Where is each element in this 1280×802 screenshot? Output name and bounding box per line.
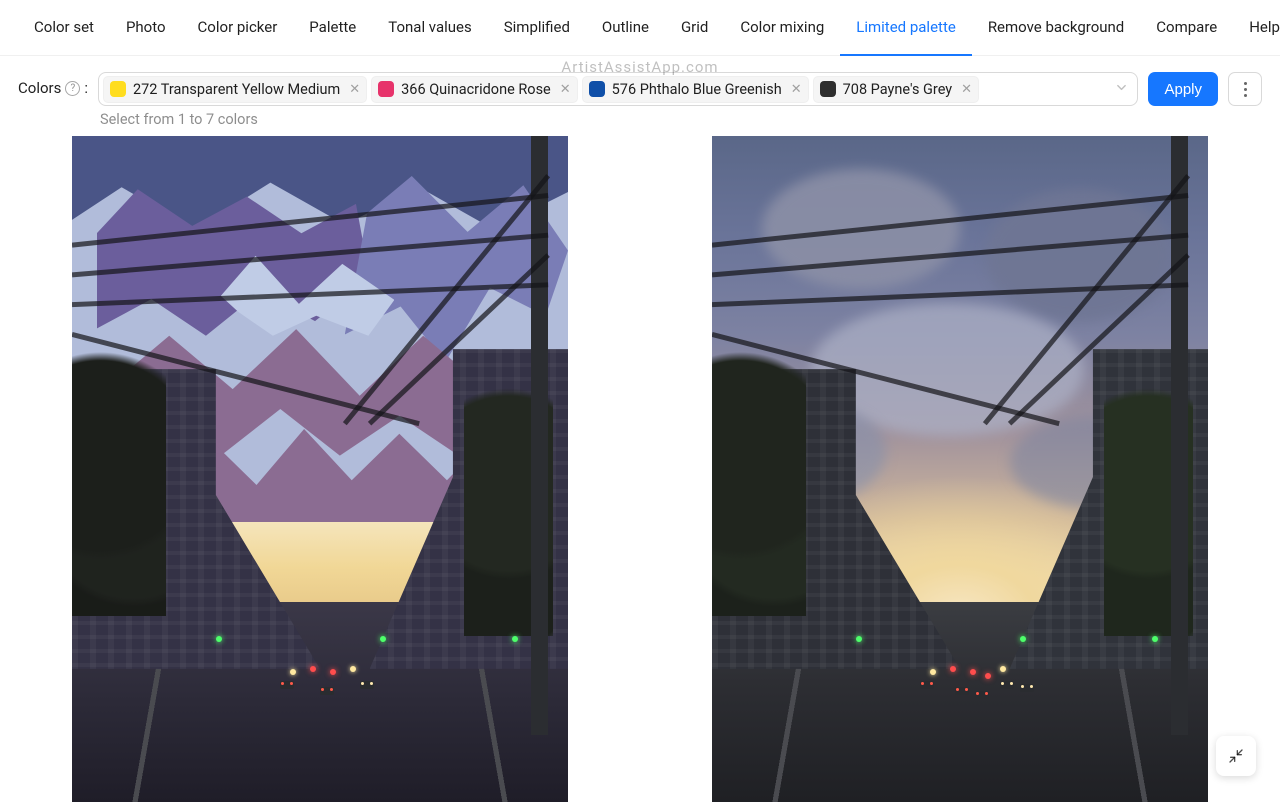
colors-label-colon: : xyxy=(84,79,88,97)
result-image-panel[interactable] xyxy=(72,136,568,802)
color-tag-label: 708 Payne's Grey xyxy=(843,81,953,98)
tab-grid[interactable]: Grid xyxy=(665,0,724,56)
tab-tonal-values[interactable]: Tonal values xyxy=(372,0,488,56)
chevron-down-icon xyxy=(1116,82,1127,96)
more-vertical-icon xyxy=(1244,82,1247,97)
tab-color-set[interactable]: Color set xyxy=(18,0,110,56)
colors-label: Colors ? : xyxy=(18,72,88,97)
tab-outline[interactable]: Outline xyxy=(586,0,665,56)
original-image-panel[interactable] xyxy=(712,136,1208,802)
tab-color-picker[interactable]: Color picker xyxy=(182,0,294,56)
tab-compare[interactable]: Compare xyxy=(1140,0,1233,56)
colors-multiselect[interactable]: 272 Transparent Yellow Medium✕366 Quinac… xyxy=(98,72,1138,106)
tab-simplified[interactable]: Simplified xyxy=(488,0,586,56)
apply-button[interactable]: Apply xyxy=(1148,72,1218,106)
more-options-button[interactable] xyxy=(1228,72,1262,106)
close-icon[interactable]: ✕ xyxy=(959,83,972,96)
close-icon[interactable]: ✕ xyxy=(789,83,802,96)
color-tag-label: 576 Phthalo Blue Greenish xyxy=(612,81,782,98)
tab-limited-palette[interactable]: Limited palette xyxy=(840,0,972,56)
close-icon[interactable]: ✕ xyxy=(347,83,360,96)
color-tag[interactable]: 708 Payne's Grey ✕ xyxy=(813,76,979,103)
main-tabs: Color setPhotoColor pickerPaletteTonal v… xyxy=(0,0,1280,56)
close-icon[interactable]: ✕ xyxy=(558,83,571,96)
color-swatch xyxy=(378,81,394,97)
tab-photo[interactable]: Photo xyxy=(110,0,182,56)
color-swatch xyxy=(589,81,605,97)
color-tag-label: 272 Transparent Yellow Medium xyxy=(133,81,340,98)
tab-help[interactable]: Help xyxy=(1233,0,1280,56)
color-swatch xyxy=(820,81,836,97)
color-swatch xyxy=(110,81,126,97)
tab-palette[interactable]: Palette xyxy=(293,0,372,56)
colors-label-text: Colors xyxy=(18,79,61,97)
color-tag[interactable]: 272 Transparent Yellow Medium ✕ xyxy=(103,76,367,103)
limited-palette-toolbar: Colors ? : 272 Transparent Yellow Medium… xyxy=(0,56,1280,136)
tab-remove-background[interactable]: Remove background xyxy=(972,0,1140,56)
color-tag[interactable]: 576 Phthalo Blue Greenish ✕ xyxy=(582,76,809,103)
color-tag[interactable]: 366 Quinacridone Rose ✕ xyxy=(371,76,578,103)
fullscreen-toggle-button[interactable] xyxy=(1216,736,1256,776)
compress-icon xyxy=(1228,748,1244,764)
image-compare-panels xyxy=(0,136,1280,802)
tab-color-mixing[interactable]: Color mixing xyxy=(724,0,840,56)
colors-helper-text: Select from 1 to 7 colors xyxy=(98,111,1138,128)
help-icon[interactable]: ? xyxy=(65,81,80,96)
color-tag-label: 366 Quinacridone Rose xyxy=(401,81,551,98)
